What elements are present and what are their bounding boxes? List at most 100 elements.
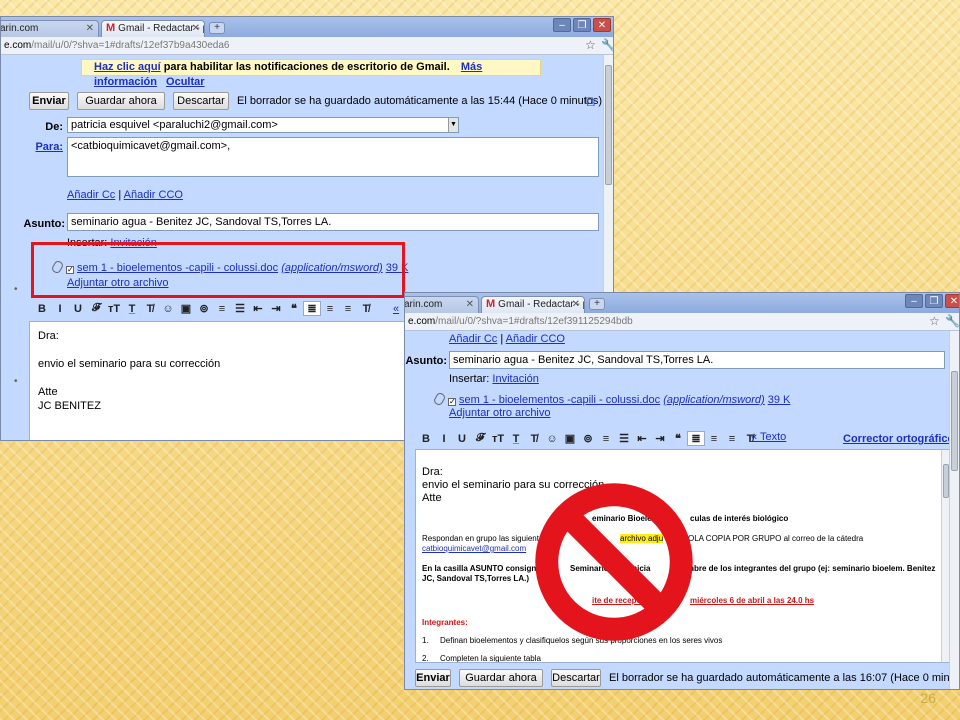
italic-icon[interactable]: I <box>435 433 453 445</box>
hide-link[interactable]: Ocultar <box>166 76 205 88</box>
underline-icon[interactable]: U <box>69 303 87 315</box>
image-icon[interactable]: ▣ <box>177 302 195 315</box>
numbered-list-icon[interactable]: ≡ <box>597 433 615 445</box>
insert-invitation-link[interactable]: Invitación <box>492 373 538 385</box>
text-color-icon[interactable]: T̲ <box>507 433 525 445</box>
notification-bar: Haz clic aquí para habilitar las notific… <box>81 59 541 88</box>
text-color-icon[interactable]: T̲ <box>123 303 141 315</box>
close-window-icon[interactable]: ✕ <box>945 294 959 308</box>
url-text[interactable]: e.com/mail/u/0/?shva=1#drafts/12ef37b9a4… <box>1 39 229 53</box>
clear-format-icon[interactable]: T̸ <box>357 303 375 315</box>
to-label-link[interactable]: Para: <box>31 141 63 153</box>
subject-field[interactable]: seminario agua - Benitez JC, Sandoval TS… <box>449 351 945 369</box>
cc-bcc-links: Añadir Cc | Añadir CCO <box>449 333 565 345</box>
indent-icon[interactable]: ⇥ <box>651 432 669 445</box>
underline-icon[interactable]: U <box>453 433 471 445</box>
font-size-icon[interactable]: тT <box>105 303 123 315</box>
close-icon[interactable]: ✕ <box>86 21 94 36</box>
numbered-list-icon[interactable]: ≡ <box>213 303 231 315</box>
discard-button[interactable]: Descartar <box>551 669 601 687</box>
chevron-down-icon[interactable]: ▼ <box>448 118 458 132</box>
star-icon[interactable]: ☆ <box>929 314 940 328</box>
add-cc-link[interactable]: Añadir Cc <box>449 333 497 345</box>
outdent-icon[interactable]: ⇤ <box>633 432 651 445</box>
tab-gmail-compose[interactable]: MGmail - Redactar - paralu...✕ <box>101 20 205 37</box>
align-right-icon[interactable]: ≡ <box>339 303 357 315</box>
wrench-icon[interactable]: 🔧 <box>601 38 613 52</box>
address-bar[interactable]: e.com/mail/u/0/?shva=1#drafts/12ef391125… <box>405 313 959 331</box>
scrollbar-thumb[interactable] <box>605 65 612 185</box>
to-field[interactable]: <catbioquimicavet@gmail.com>, <box>67 137 599 177</box>
add-bcc-link[interactable]: Añadir CCO <box>506 333 565 345</box>
font-icon[interactable]: 𝓕 <box>87 302 105 315</box>
link-icon[interactable]: ⊚ <box>579 432 597 445</box>
bold-icon[interactable]: B <box>417 433 435 445</box>
enable-notifications-link[interactable]: Haz clic aquí <box>94 61 161 73</box>
send-button[interactable]: Enviar <box>29 92 69 110</box>
url-text[interactable]: e.com/mail/u/0/?shva=1#drafts/12ef391125… <box>405 315 633 329</box>
bold-icon[interactable]: B <box>33 303 51 315</box>
image-icon[interactable]: ▣ <box>561 432 579 445</box>
tab-gmail-compose[interactable]: MGmail - Redactar - paralu...✕ <box>481 296 585 313</box>
restore-icon[interactable]: ❐ <box>573 18 591 32</box>
align-center-icon[interactable]: ≡ <box>705 433 723 445</box>
subject-label: Asunto: <box>23 218 65 230</box>
link-icon[interactable]: ⊚ <box>195 302 213 315</box>
send-button[interactable]: Enviar <box>415 669 451 687</box>
attachment-link[interactable]: sem 1 - bioelementos -capili - colussi.d… <box>459 394 660 406</box>
highlight-icon[interactable]: T̸ <box>141 303 159 315</box>
tab-previous[interactable]: arin.com ✕ <box>405 296 479 313</box>
indent-icon[interactable]: ⇥ <box>267 302 285 315</box>
doc-email-link[interactable]: catbioquimicavet@gmail.com <box>422 544 526 553</box>
attach-another-link[interactable]: Adjuntar otro archivo <box>449 407 551 419</box>
highlight-icon[interactable]: T̸ <box>525 433 543 445</box>
align-left-icon[interactable]: ≣ <box>303 301 321 316</box>
close-icon[interactable]: ✕ <box>192 21 200 36</box>
quote-icon[interactable]: ❝ <box>285 302 303 315</box>
close-icon[interactable]: ✕ <box>466 297 474 312</box>
font-icon[interactable]: 𝓕 <box>471 432 489 445</box>
emoji-icon[interactable]: ☺ <box>159 303 177 315</box>
subject-field[interactable]: seminario agua - Benitez JC, Sandoval TS… <box>67 213 599 231</box>
body-line: envio el seminario para su corrección <box>38 358 221 370</box>
scrollbar-thumb[interactable] <box>951 371 958 471</box>
new-tab-button[interactable]: + <box>589 298 605 310</box>
restore-icon[interactable]: ❐ <box>925 294 943 308</box>
align-left-icon[interactable]: ≣ <box>687 431 705 446</box>
from-select[interactable]: patricia esquivel <paraluchi2@gmail.com>… <box>67 117 459 133</box>
save-now-button[interactable]: Guardar ahora <box>77 92 165 110</box>
align-center-icon[interactable]: ≡ <box>321 303 339 315</box>
minimize-icon[interactable]: – <box>553 18 571 32</box>
quote-icon[interactable]: ❝ <box>669 432 687 445</box>
prohibited-slash <box>558 506 670 618</box>
font-size-icon[interactable]: тT <box>489 433 507 445</box>
discard-button[interactable]: Descartar <box>173 92 229 110</box>
popout-icon[interactable]: ⧉ <box>585 93 595 110</box>
bullet-dot: • <box>14 284 18 295</box>
save-now-button[interactable]: Guardar ahora <box>459 669 543 687</box>
star-icon[interactable]: ☆ <box>585 38 596 52</box>
emoji-icon[interactable]: ☺ <box>543 433 561 445</box>
align-right-icon[interactable]: ≡ <box>723 433 741 445</box>
plain-text-link[interactable]: « <box>393 303 399 315</box>
tab-previous[interactable]: arin.com ✕ <box>1 20 99 37</box>
add-cc-link[interactable]: Añadir Cc <box>67 189 115 201</box>
close-icon[interactable]: ✕ <box>572 297 580 312</box>
wrench-icon[interactable]: 🔧 <box>945 314 959 328</box>
add-bcc-link[interactable]: Añadir CCO <box>124 189 183 201</box>
bullet-list-icon[interactable]: ☰ <box>615 432 633 445</box>
attachment-checkbox[interactable]: ✓ <box>448 398 456 406</box>
formatting-toolbar: B I U 𝓕тT T̲ T̸ ☺ ▣ ⊚ ≡ ☰ ⇤ ⇥ ❝ ≣ ≡ ≡ T̸ <box>417 431 759 446</box>
outdent-icon[interactable]: ⇤ <box>249 302 267 315</box>
plain-text-link[interactable]: « Texto <box>751 431 786 443</box>
minimize-icon[interactable]: – <box>905 294 923 308</box>
new-tab-button[interactable]: + <box>209 22 225 34</box>
address-bar[interactable]: e.com/mail/u/0/?shva=1#drafts/12ef37b9a4… <box>1 37 613 55</box>
body-line: Atte <box>422 492 442 504</box>
close-window-icon[interactable]: ✕ <box>593 18 611 32</box>
bullet-list-icon[interactable]: ☰ <box>231 302 249 315</box>
italic-icon[interactable]: I <box>51 303 69 315</box>
doc-list-number: 1. <box>422 636 429 645</box>
spellcheck-link[interactable]: Corrector ortográfico ▾ <box>843 432 959 445</box>
scrollbar[interactable] <box>949 331 959 689</box>
